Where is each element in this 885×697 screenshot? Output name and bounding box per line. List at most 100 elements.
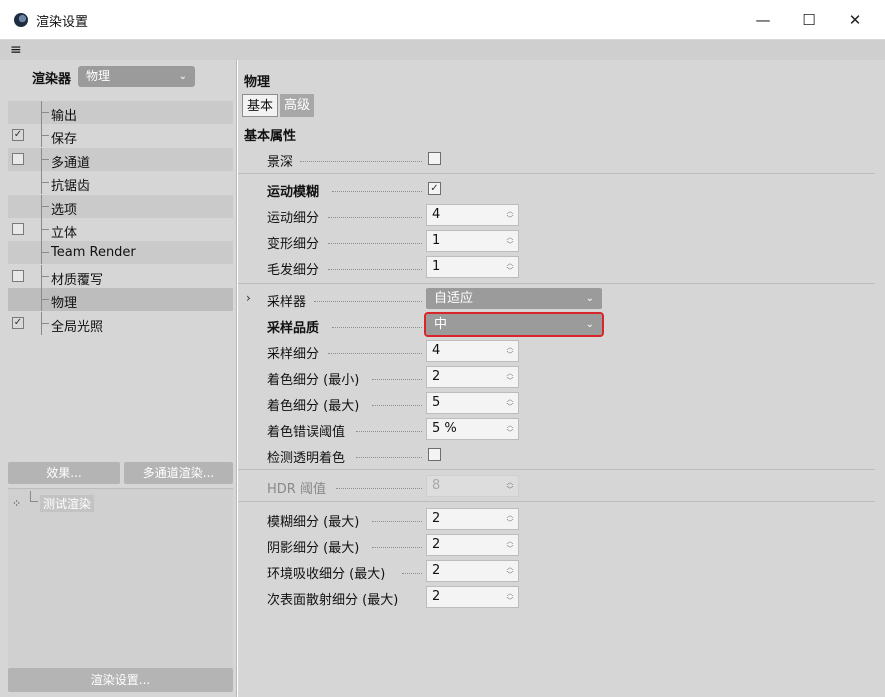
- sidebar-item-global-illumination[interactable]: ✓ 全局光照: [8, 311, 233, 335]
- deformation-subdivision-value: 1: [432, 233, 441, 248]
- leader-dots: [372, 520, 422, 522]
- shadow-subdivision-max-label: 阴影细分 (最大): [267, 541, 360, 556]
- effects-button[interactable]: 效果...: [8, 462, 120, 484]
- sidebar-item-options[interactable]: 选项: [8, 194, 233, 218]
- settings-sidebar: 渲染器 物理 ⌄ 输出 ✓ 保存 多通道 抗锯齿 选项 立体 Team Render 材质覆写物…: [0, 60, 237, 697]
- sidebar-item-multipass[interactable]: 多通道: [8, 147, 233, 171]
- divider: [238, 501, 875, 502]
- sampling-subdivision-label: 采样细分: [267, 347, 320, 362]
- render-settings-button[interactable]: 渲染设置...: [8, 668, 233, 692]
- sidebar-item-output[interactable]: 输出: [8, 101, 233, 124]
- shading-error-threshold-input[interactable]: 5 % ︿ ﹀: [426, 418, 519, 440]
- spinner-icon[interactable]: ︿ ﹀: [506, 259, 514, 275]
- sidebar-item-stereo[interactable]: 立体: [8, 218, 233, 241]
- shadow-subdivision-max-row: 阴影细分 (最大) 2 ︿ ﹀: [238, 533, 885, 557]
- sss-subdivision-max-input[interactable]: 2 ︿ ﹀: [426, 586, 519, 608]
- shading-error-threshold-value: 5 %: [432, 421, 457, 436]
- sss-subdivision-max-row: 次表面散射细分 (最大) 2 ︿ ﹀: [238, 585, 885, 609]
- hamburger-menu-icon[interactable]: ≡: [10, 43, 22, 57]
- hdr-threshold-row: HDR 阈值 8 ︿ ﹀: [238, 474, 885, 498]
- close-button[interactable]: ✕: [832, 6, 878, 34]
- sidebar-item-label: 材质覆写: [51, 272, 104, 288]
- sampler-dropdown[interactable]: 自适应 ⌄: [426, 288, 602, 309]
- tab-advanced[interactable]: 高级: [280, 94, 315, 117]
- sidebar-item-checkbox[interactable]: ✓: [12, 316, 24, 329]
- spinner-icon[interactable]: ︿ ﹀: [506, 589, 514, 605]
- shading-subdivision-max-input[interactable]: 5 ︿ ﹀: [426, 392, 519, 414]
- shadow-subdivision-max-input[interactable]: 2 ︿ ﹀: [426, 534, 519, 556]
- spinner-icon[interactable]: ︿ ﹀: [506, 369, 514, 385]
- sidebar-item-team-render[interactable]: Team Render: [8, 241, 233, 265]
- sidebar-item-label: 抗锯齿: [51, 179, 91, 195]
- sidebar-item-checkbox[interactable]: ✓: [12, 129, 24, 142]
- spinner-icon[interactable]: ︿ ﹀: [506, 537, 514, 553]
- sss-subdivision-max-label: 次表面散射细分 (最大): [267, 593, 399, 608]
- hair-subdivision-value: 1: [432, 259, 441, 274]
- hair-subdivision-input[interactable]: 1 ︿ ﹀: [426, 256, 519, 278]
- motion-subdivision-label: 运动细分: [267, 211, 320, 226]
- leader-dots: [332, 190, 422, 192]
- render-preset-list: ⁘ 测试渲染: [8, 488, 233, 668]
- spinner-icon[interactable]: ︿ ﹀: [506, 233, 514, 249]
- tree-connector: [41, 218, 49, 241]
- motion-subdivision-input[interactable]: 4 ︿ ﹀: [426, 204, 519, 226]
- ao-subdivision-max-row: 环境吸收细分 (最大) 2 ︿ ﹀: [238, 559, 885, 583]
- sss-subdivision-max-value: 2: [432, 589, 441, 604]
- depth-of-field-checkbox[interactable]: [428, 152, 441, 165]
- spinner-icon[interactable]: ︿ ﹀: [506, 421, 514, 437]
- spinner-icon[interactable]: ︿ ﹀: [506, 511, 514, 527]
- shading-subdivision-min-input[interactable]: 2 ︿ ﹀: [426, 366, 519, 388]
- shading-subdivision-max-value: 5: [432, 395, 441, 410]
- spinner-icon: ︿ ﹀: [506, 478, 514, 494]
- hdr-threshold-input: 8 ︿ ﹀: [426, 475, 519, 497]
- sidebar-item-label: 全局光照: [51, 319, 104, 335]
- tree-connector: [41, 194, 49, 218]
- ao-subdivision-max-input[interactable]: 2 ︿ ﹀: [426, 560, 519, 582]
- sidebar-item-checkbox[interactable]: [12, 152, 24, 165]
- sidebar-item-label: 多通道: [51, 155, 91, 171]
- maximize-button[interactable]: ☐: [786, 6, 832, 34]
- renderer-value: 物理: [86, 69, 111, 83]
- tree-connector: [41, 241, 49, 265]
- preset-item-test-render[interactable]: 测试渲染: [40, 495, 95, 512]
- menu-strip: ≡: [0, 40, 885, 60]
- sidebar-item-antialiasing[interactable]: 抗锯齿: [8, 171, 233, 195]
- depth-of-field-label: 景深: [267, 155, 294, 170]
- sidebar-item-material-override[interactable]: 材质覆写: [8, 264, 233, 288]
- hdr-threshold-value: 8: [432, 478, 441, 493]
- blur-subdivision-max-input[interactable]: 2 ︿ ﹀: [426, 508, 519, 530]
- ao-subdivision-max-value: 2: [432, 563, 441, 578]
- sampling-quality-dropdown[interactable]: 中 ⌄: [424, 312, 604, 337]
- sidebar-item-save[interactable]: ✓ 保存: [8, 124, 233, 148]
- sidebar-item-physical[interactable]: 物理: [8, 288, 233, 312]
- multipass-render-button[interactable]: 多通道渲染...: [124, 462, 233, 484]
- leader-dots: [328, 352, 422, 354]
- chevron-down-icon: ⌄: [585, 319, 594, 330]
- minimize-button[interactable]: —: [740, 6, 786, 34]
- tree-connector: [30, 491, 38, 502]
- chevron-right-icon[interactable]: ›: [246, 291, 251, 305]
- leader-dots: [372, 404, 422, 406]
- motion-blur-row: 运动模糊 ✓: [238, 177, 885, 201]
- spinner-icon[interactable]: ︿ ﹀: [506, 207, 514, 223]
- motion-blur-checkbox[interactable]: ✓: [428, 182, 441, 195]
- chevron-down-icon: ⌄: [585, 293, 594, 304]
- spinner-icon[interactable]: ︿ ﹀: [506, 563, 514, 579]
- tab-basic[interactable]: 基本: [242, 94, 279, 117]
- shading-error-threshold-row: 着色错误阈值 5 % ︿ ﹀: [238, 417, 885, 441]
- chevron-down-icon: ⌄: [178, 71, 187, 82]
- physical-settings-panel: 物理 基本 高级 基本属性 景深 运动模糊 ✓ 运动细分 4 ︿ ﹀ 变形细分 1 ︿…: [238, 60, 885, 697]
- sidebar-item-checkbox[interactable]: [12, 269, 24, 282]
- sampling-subdivision-input[interactable]: 4 ︿ ﹀: [426, 340, 519, 362]
- shading-subdivision-min-label: 着色细分 (最小): [267, 373, 360, 388]
- spinner-icon[interactable]: ︿ ﹀: [506, 395, 514, 411]
- renderer-dropdown[interactable]: 物理 ⌄: [78, 66, 195, 87]
- sampling-quality-row: 采样品质 中 ⌄: [238, 312, 885, 337]
- spinner-icon[interactable]: ︿ ﹀: [506, 343, 514, 359]
- leader-dots: [372, 378, 422, 380]
- sidebar-item-checkbox[interactable]: [12, 223, 24, 235]
- detect-transparent-shading-checkbox[interactable]: [428, 448, 441, 461]
- deformation-subdivision-row: 变形细分 1 ︿ ﹀: [238, 229, 885, 253]
- section-title: 物理: [244, 75, 271, 90]
- deformation-subdivision-input[interactable]: 1 ︿ ﹀: [426, 230, 519, 252]
